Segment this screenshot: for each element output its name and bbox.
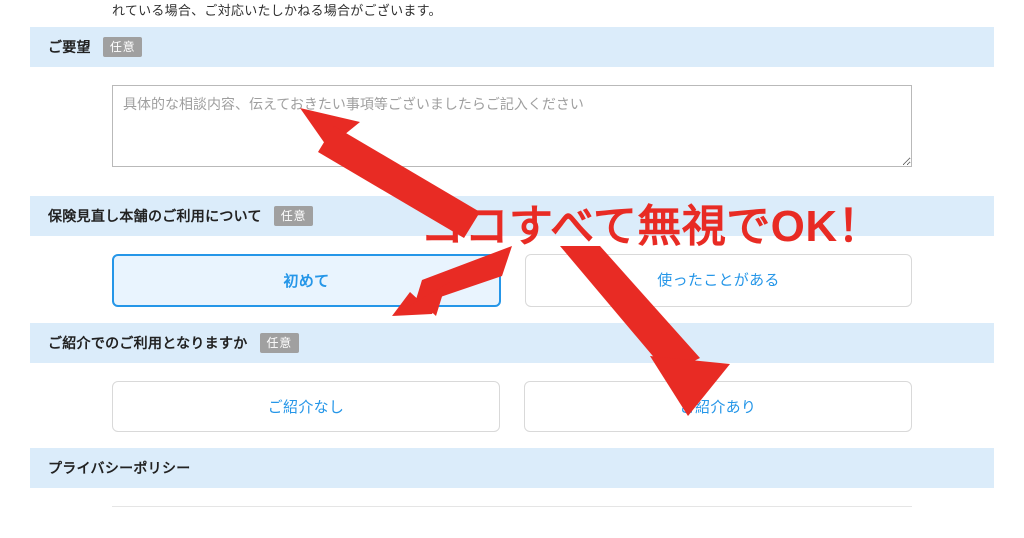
optional-badge: 任意 [274, 206, 313, 226]
form-page: れている場合、ご対応いたしかねる場合がございます。 ご要望 任意 保険見直し本舗… [0, 0, 1024, 538]
section-title-requests: ご要望 [48, 37, 91, 57]
usage-choice-first-time[interactable]: 初めて [112, 254, 501, 307]
section-body-requests [30, 67, 994, 190]
section-body-usage: 初めて 使ったことがある [30, 236, 994, 317]
referral-choice-yes[interactable]: ご紹介あり [524, 381, 912, 432]
section-header-referral: ご紹介でのご利用となりますか 任意 [30, 323, 994, 363]
section-body-referral: ご紹介なし ご紹介あり [30, 363, 994, 442]
section-header-usage: 保険見直し本舗のご利用について 任意 [30, 196, 994, 236]
section-header-requests: ご要望 任意 [30, 27, 994, 67]
section-title-referral: ご紹介でのご利用となりますか [48, 333, 248, 353]
section-title-usage: 保険見直し本舗のご利用について [48, 206, 262, 226]
divider [112, 506, 912, 507]
choice-label: 初めて [284, 273, 330, 290]
usage-choice-used-before[interactable]: 使ったことがある [525, 254, 912, 307]
choice-label: 使ったことがある [657, 272, 779, 289]
usage-choice-group: 初めて 使ったことがある [112, 254, 912, 307]
section-title-privacy: プライバシーポリシー [48, 458, 191, 478]
notice-text-cutoff: れている場合、ご対応いたしかねる場合がございます。 [112, 0, 994, 19]
referral-choice-no[interactable]: ご紹介なし [112, 381, 500, 432]
section-header-privacy: プライバシーポリシー [30, 448, 994, 488]
referral-choice-group: ご紹介なし ご紹介あり [112, 381, 912, 432]
optional-badge: 任意 [103, 37, 142, 57]
requests-textarea[interactable] [112, 85, 912, 167]
choice-label: ご紹介あり [680, 399, 757, 416]
choice-label: ご紹介なし [268, 399, 345, 416]
optional-badge: 任意 [260, 333, 299, 353]
